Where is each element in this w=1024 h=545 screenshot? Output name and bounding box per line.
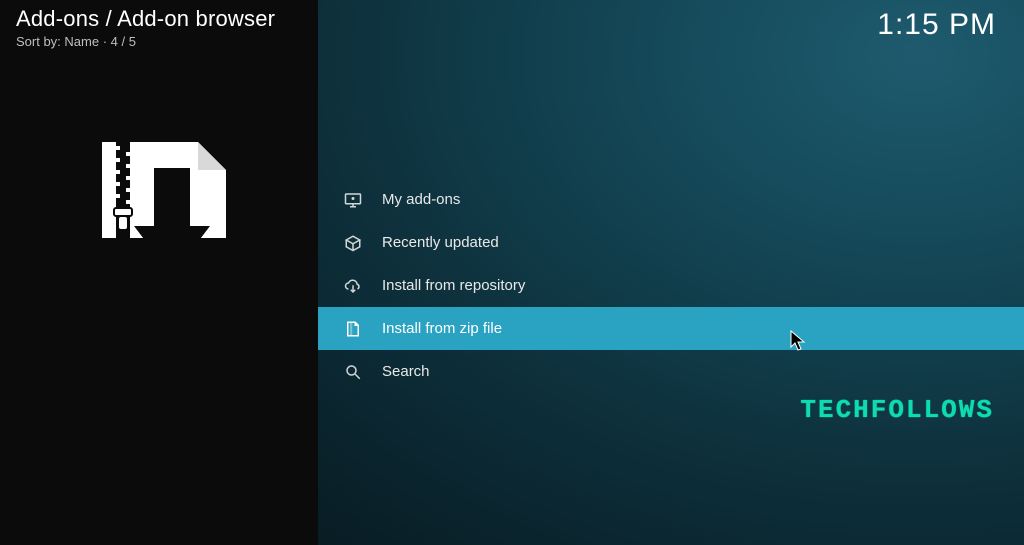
breadcrumb: Add-ons / Add-on browser — [16, 6, 275, 32]
menu-item-label: My add-ons — [382, 191, 460, 208]
menu-item-install-repository[interactable]: Install from repository — [318, 264, 1024, 307]
zip-file-icon — [340, 320, 366, 338]
menu-item-recently-updated[interactable]: Recently updated — [318, 221, 1024, 264]
menu-list: My add-ons Recently updated Install — [318, 178, 1024, 393]
menu-item-label: Recently updated — [382, 234, 499, 251]
menu-item-search[interactable]: Search — [318, 350, 1024, 393]
main-panel: 1:15 PM My add-ons Recentl — [318, 0, 1024, 545]
monitor-icon — [340, 191, 366, 209]
zip-download-illustration — [78, 138, 238, 298]
sidebar: Add-ons / Add-on browser Sort by: Name ·… — [0, 0, 318, 545]
menu-item-my-addons[interactable]: My add-ons — [318, 178, 1024, 221]
menu-item-label: Search — [382, 363, 430, 380]
search-icon — [340, 363, 366, 381]
sort-line: Sort by: Name · 4 / 5 — [16, 34, 136, 49]
clock: 1:15 PM — [877, 8, 996, 42]
menu-item-install-zip[interactable]: Install from zip file — [318, 307, 1024, 350]
watermark: TECHFOLLOWS — [800, 395, 994, 425]
cloud-download-icon — [340, 277, 366, 295]
menu-item-label: Install from repository — [382, 277, 525, 294]
menu-item-label: Install from zip file — [382, 320, 502, 337]
box-open-icon — [340, 234, 366, 252]
